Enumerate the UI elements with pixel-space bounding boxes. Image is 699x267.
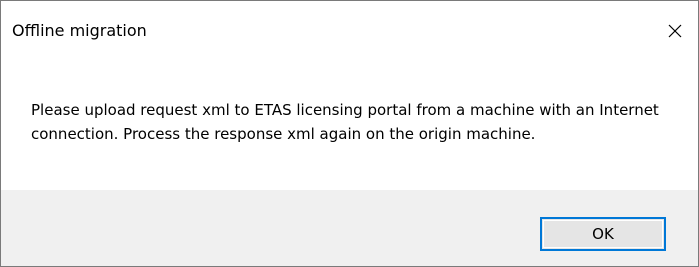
ok-button[interactable]: OK — [540, 217, 666, 251]
close-button[interactable] — [652, 1, 698, 61]
dialog-message: Please upload request xml to ETAS licens… — [31, 101, 659, 143]
title-bar[interactable]: Offline migration — [1, 1, 698, 61]
close-icon — [668, 24, 682, 38]
dialog-footer: OK — [1, 190, 698, 266]
offline-migration-dialog: Offline migration Please upload request … — [0, 0, 699, 267]
dialog-title: Offline migration — [12, 21, 147, 40]
